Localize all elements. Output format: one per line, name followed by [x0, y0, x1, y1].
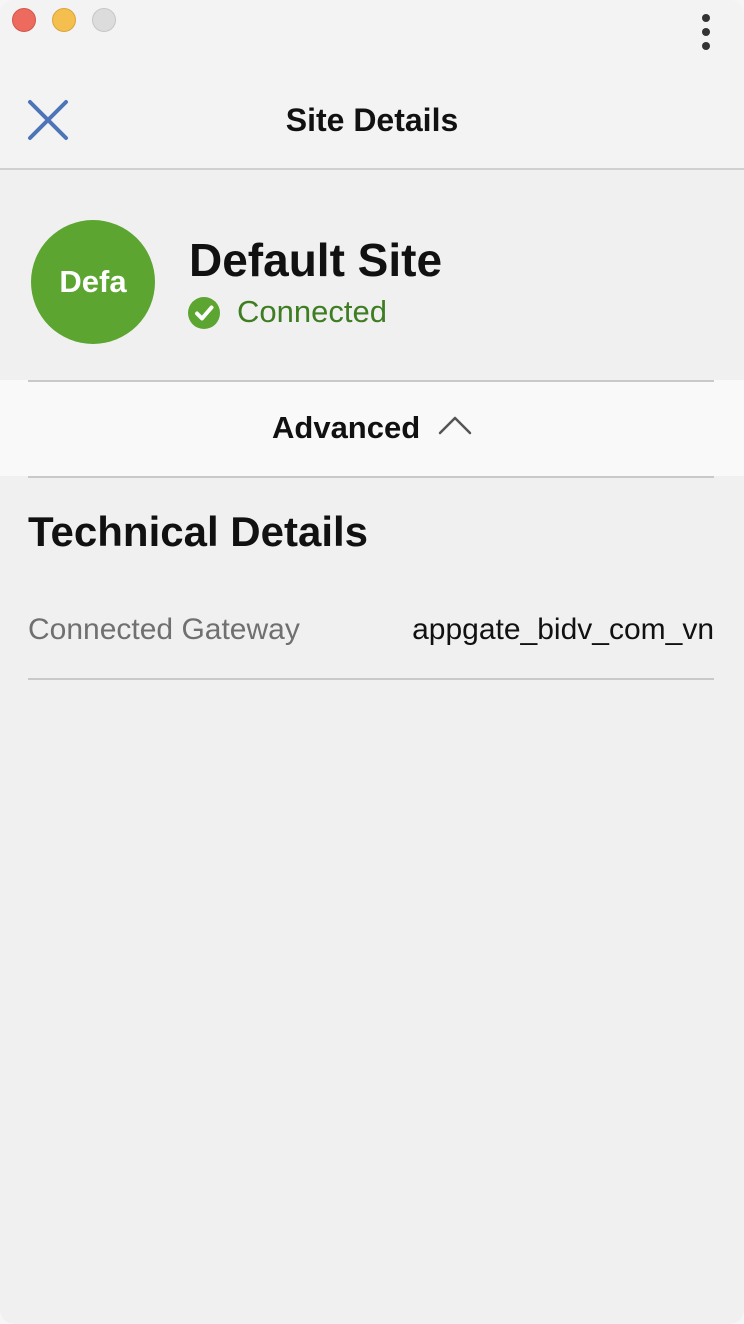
more-vertical-icon[interactable] — [694, 14, 718, 50]
connection-status: Connected — [237, 294, 387, 329]
window-minimize-button[interactable] — [52, 8, 76, 32]
detail-row-divider — [28, 678, 714, 680]
advanced-toggle[interactable]: Advanced — [0, 380, 744, 478]
advanced-top-divider — [28, 380, 714, 382]
technical-details-title: Technical Details — [28, 508, 369, 555]
check-circle-icon — [187, 296, 221, 330]
site-summary: Defa Default Site Connected — [0, 170, 744, 380]
site-details-window: Site Details Defa Default Site Connected… — [0, 0, 744, 1324]
page-title: Site Details — [285, 102, 459, 138]
connected-gateway-label: Connected Gateway — [28, 613, 300, 646]
connected-gateway-value: appgate_bidv_com_vn — [412, 613, 714, 646]
window-maximize-button[interactable] — [92, 8, 116, 32]
advanced-bottom-divider — [28, 476, 714, 478]
chevron-up-icon — [438, 414, 472, 436]
advanced-label: Advanced — [272, 410, 421, 445]
site-name: Default Site — [189, 234, 443, 286]
technical-detail-row: Connected Gateway appgate_bidv_com_vn — [28, 606, 714, 680]
window-titlebar: Site Details — [0, 0, 744, 170]
site-avatar: Defa — [31, 220, 155, 344]
window-close-button[interactable] — [12, 8, 36, 32]
